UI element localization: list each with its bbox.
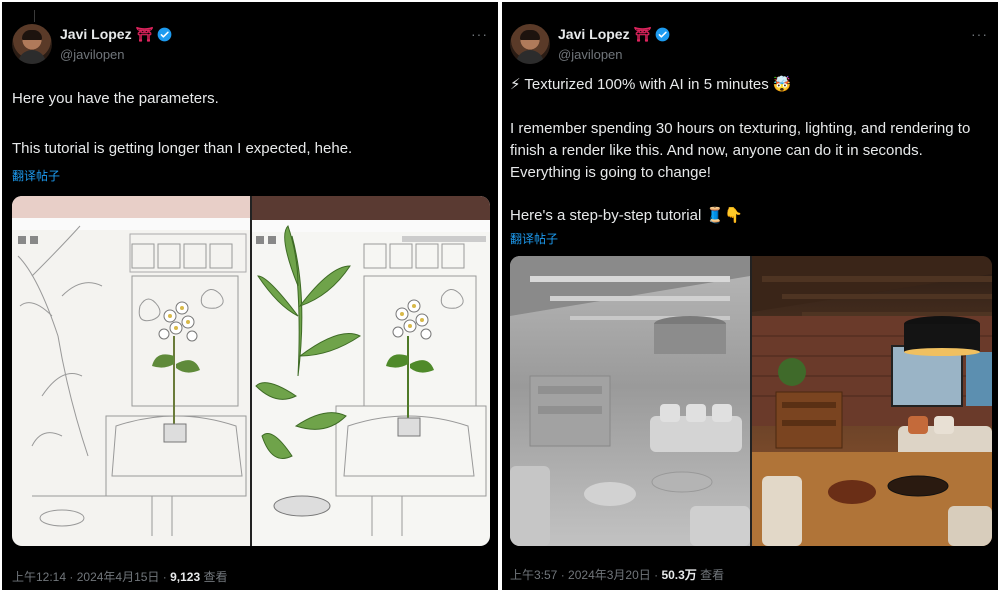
author-row: Javi Lopez ⛩ [558,26,670,42]
tweet-time[interactable]: 上午3:57 [510,568,557,582]
author-handle[interactable]: @javilopen [60,47,125,62]
views-label: 查看 [700,568,725,582]
more-options-icon[interactable]: ··· [971,26,988,42]
torii-icon: ⛩ [135,26,154,42]
author-handle[interactable]: @javilopen [558,47,623,62]
media-image-textured-render[interactable] [752,256,992,546]
tweet-text-paragraph: I remember spending 30 hours on texturin… [510,120,971,181]
tweet-text-line-2: This tutorial is getting longer than I e… [12,140,353,157]
tweet-media-grid[interactable] [12,196,490,546]
meta-separator: · [162,570,167,584]
view-count: 50.3万 [661,568,697,582]
verified-badge-icon [158,27,172,41]
meta-separator: · [560,568,565,582]
tweet-card-right[interactable]: Javi Lopez ⛩ @javilopen ··· ⚡ Texturized… [502,2,998,590]
verified-badge-icon [656,27,670,41]
view-count: 9,123 [170,570,201,584]
tweet-text-line-1: Here you have the parameters. [12,90,219,107]
tweet-time[interactable]: 上午12:14 [12,570,66,584]
media-image-sketch-colored[interactable] [252,196,490,546]
author-name[interactable]: Javi Lopez [558,26,630,42]
tweet-headline: ⚡ Texturized 100% with AI in 5 minutes 🤯 [510,76,792,93]
tweet-card-left[interactable]: Javi Lopez ⛩ @javilopen ··· Here you hav… [2,2,498,590]
more-options-icon[interactable]: ··· [471,26,488,42]
translate-post-link[interactable]: 翻译帖子 [510,230,558,247]
avatar[interactable] [12,24,52,64]
translate-post-link[interactable]: 翻译帖子 [12,167,60,184]
torii-icon: ⛩ [633,26,652,42]
tweet-meta: 上午3:57 · 2024年3月20日 · 50.3万 查看 [510,566,724,583]
views-label: 查看 [203,570,228,584]
author-name[interactable]: Javi Lopez [60,26,132,42]
tweet-media-grid[interactable] [510,256,992,546]
meta-separator: · [69,570,74,584]
thread-connector [34,10,35,22]
avatar[interactable] [510,24,550,64]
tweet-date[interactable]: 2024年4月15日 [77,570,160,584]
tweet-meta: 上午12:14 · 2024年4月15日 · 9,123 查看 [12,568,228,585]
media-image-sketch-uncolored[interactable] [12,196,250,546]
meta-separator: · [654,568,659,582]
tweet-date[interactable]: 2024年3月20日 [568,568,651,582]
media-image-grey-render[interactable] [510,256,750,546]
tweet-text-tutorial: Here's a step-by-step tutorial 🧵👇 [510,207,743,224]
author-row: Javi Lopez ⛩ [60,26,172,42]
